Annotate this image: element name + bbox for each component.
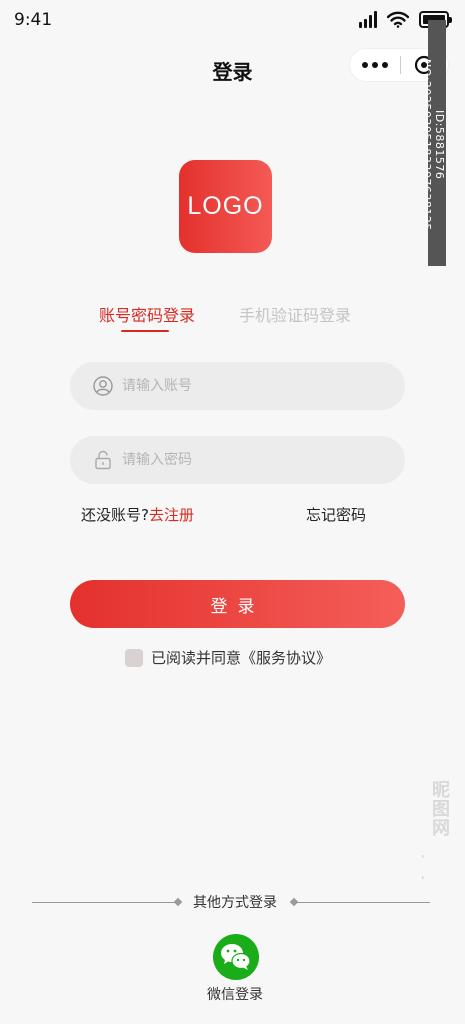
register-link[interactable]: 去注册 xyxy=(149,506,194,524)
divider-diamond-left xyxy=(173,897,183,907)
signal-icon xyxy=(359,10,377,28)
lock-icon xyxy=(88,450,118,470)
divider-line-right xyxy=(296,902,430,903)
forgot-password-link[interactable]: 忘记密码 xyxy=(306,504,366,525)
app-logo: LOGO xyxy=(179,160,272,253)
agreement-checkbox[interactable] xyxy=(125,648,143,667)
agreement-text[interactable]: 已阅读并同意《服务协议》 xyxy=(151,647,331,668)
agreement-row: 已阅读并同意《服务协议》 xyxy=(125,647,331,668)
watermark-site: 昵图网 www.nipic.com xyxy=(422,780,450,946)
login-tabs: 账号密码登录 手机验证码登录 xyxy=(0,302,465,332)
status-time: 9:41 xyxy=(14,10,53,30)
wifi-icon xyxy=(387,11,409,28)
password-field xyxy=(70,436,405,484)
register-prompt: 还没账号?去注册 xyxy=(81,504,194,525)
account-input[interactable] xyxy=(122,378,382,394)
wechat-icon xyxy=(221,944,251,970)
divider-line-left xyxy=(32,902,176,903)
user-icon xyxy=(88,376,118,396)
wechat-login-label: 微信登录 xyxy=(207,987,263,1003)
password-input[interactable] xyxy=(122,452,382,468)
other-login-title: 其他方式登录 xyxy=(193,895,277,911)
account-field xyxy=(70,362,405,410)
login-button[interactable]: 登录 xyxy=(70,580,405,628)
watermark-id: ID:5881576 NO:20250305183307638125 xyxy=(428,20,446,266)
status-bar: 9:41 xyxy=(0,0,465,42)
tab-sms-code[interactable]: 手机验证码登录 xyxy=(239,302,351,326)
active-tab-indicator xyxy=(121,330,169,332)
wechat-login-button[interactable] xyxy=(213,934,259,980)
other-login-divider: 其他方式登录 xyxy=(0,892,465,912)
register-prefix: 还没账号? xyxy=(81,506,149,524)
more-icon[interactable] xyxy=(350,62,400,68)
tab-account-password[interactable]: 账号密码登录 xyxy=(99,302,195,326)
